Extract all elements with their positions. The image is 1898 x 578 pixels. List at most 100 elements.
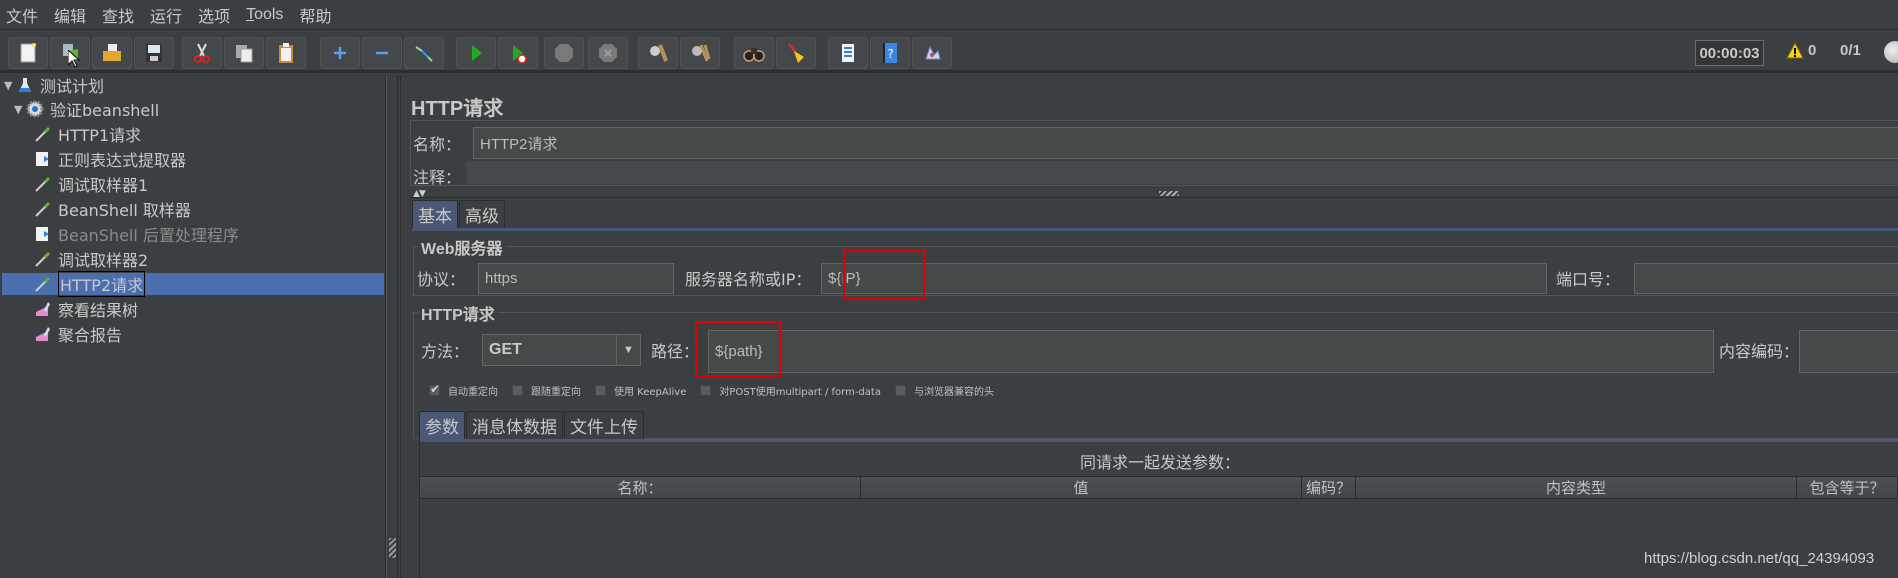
save-icon <box>146 44 162 62</box>
open-icon <box>103 44 121 61</box>
option-follow-redirects[interactable]: 跟随重定向 <box>512 383 581 398</box>
menu-tools[interactable]: Tools <box>246 6 283 24</box>
http-request-panel: HTTP请求 名称： HTTP2请求 注释： ▲▼ 基本 高级 Web服务器 协… <box>400 76 1898 578</box>
tab-basic[interactable]: 基本 <box>412 200 458 228</box>
remote-button[interactable] <box>912 37 952 69</box>
tab-underline <box>412 228 1898 231</box>
tree-item-thread-group[interactable]: ▼ 验证beanshell <box>14 98 159 120</box>
warning-indicator[interactable]: 0 <box>1786 42 1816 59</box>
checkbox[interactable] <box>894 385 906 396</box>
tree-item-http1[interactable]: HTTP1请求 <box>34 123 141 145</box>
new-button[interactable] <box>8 37 48 69</box>
column-header-include-equals[interactable]: 包含等于？ <box>1797 477 1898 498</box>
expand-button[interactable] <box>320 37 360 69</box>
menu-tools-rest: ools <box>254 5 284 23</box>
tree-item-http2[interactable]: HTTP2请求 <box>2 271 384 297</box>
stop-icon <box>555 44 573 62</box>
port-input[interactable] <box>1634 263 1898 294</box>
tree-item-label: BeanShell 后置处理程序 <box>58 226 239 245</box>
tab-parameters[interactable]: 参数 <box>419 411 465 439</box>
menu-file[interactable]: 文件 <box>6 3 38 27</box>
option-auto-redirect[interactable]: 自动重定向 <box>429 382 498 398</box>
menu-edit[interactable]: 编辑 <box>54 3 86 27</box>
watermark: https://blog.csdn.net/qq_24394093 <box>1644 550 1875 567</box>
start-button[interactable] <box>456 37 496 69</box>
param-caption: 同请求一起发送参数： <box>1079 453 1240 472</box>
tree-item-aggregate-report[interactable]: 聚合报告 <box>34 323 122 345</box>
test-plan-tree: ▼ 测试计划 ▼ 验证beanshell HTTP1请求 正则表达式提取器 调试… <box>0 76 386 578</box>
divider-grip-icon[interactable] <box>389 538 396 558</box>
start-icon <box>472 45 482 61</box>
checkbox[interactable] <box>700 385 712 396</box>
option-keepalive[interactable]: 使用 KeepAlive <box>595 383 686 398</box>
open-button[interactable] <box>92 37 132 69</box>
checkbox[interactable] <box>429 382 440 396</box>
column-header-encode[interactable]: 编码？ <box>1302 477 1356 498</box>
option-label: 对POST使用multipart / form-data <box>719 387 881 398</box>
dropdown-arrow-icon[interactable]: ▼ <box>616 335 640 365</box>
save-button[interactable] <box>134 37 174 69</box>
shutdown-button[interactable] <box>588 37 628 69</box>
tab-files-upload[interactable]: 文件上传 <box>564 411 644 439</box>
help-button[interactable]: ? <box>870 37 910 69</box>
server-input[interactable]: ${IP} <box>821 263 1547 294</box>
sampler-icon <box>34 250 52 268</box>
splitter-grip-icon[interactable] <box>1159 191 1179 196</box>
menu-options[interactable]: 选项 <box>198 3 230 27</box>
tree-item-beanshell-sampler[interactable]: BeanShell 取样器 <box>34 198 191 220</box>
tree-item-beanshell-postprocessor[interactable]: BeanShell 后置处理程序 <box>34 223 239 245</box>
tab-advanced[interactable]: 高级 <box>459 200 505 228</box>
path-input[interactable]: ${path} <box>708 330 1714 373</box>
column-header-content-type[interactable]: 内容类型 <box>1356 477 1797 498</box>
clear-all-button[interactable] <box>680 37 720 69</box>
checkbox[interactable] <box>595 385 606 396</box>
option-browser-headers[interactable]: 与浏览器兼容的头 <box>894 383 994 398</box>
stop-button[interactable] <box>544 37 584 69</box>
port-label: 端口号： <box>1556 270 1621 289</box>
menu-run[interactable]: 运行 <box>150 3 182 27</box>
tree-item-regex-extractor[interactable]: 正则表达式提取器 <box>34 148 186 170</box>
menu-help[interactable]: 帮助 <box>299 3 331 27</box>
comment-input[interactable] <box>467 160 1898 184</box>
tree-item-label: 正则表达式提取器 <box>58 151 187 170</box>
collapse-button[interactable] <box>362 37 402 69</box>
cut-button[interactable] <box>182 37 222 69</box>
column-header-value[interactable]: 值 <box>861 477 1302 498</box>
tree-item-test-plan[interactable]: ▼ 测试计划 <box>4 74 104 96</box>
clear-icon <box>650 44 668 62</box>
function-helper-button[interactable] <box>828 37 868 69</box>
search-button[interactable] <box>734 37 774 69</box>
tree-item-label: HTTP2请求 <box>58 271 146 297</box>
name-label: 名称： <box>413 135 462 154</box>
method-select[interactable]: GET ▼ <box>482 334 641 366</box>
tree-item-label: 察看结果树 <box>58 301 139 320</box>
option-label: 与浏览器兼容的头 <box>913 387 994 398</box>
copy-button[interactable] <box>224 37 264 69</box>
split-pane-divider[interactable] <box>386 76 398 578</box>
expand-toggle[interactable]: ▼ <box>4 79 16 92</box>
tree-item-debug-sampler-1[interactable]: 调试取样器1 <box>34 173 148 195</box>
collapse-icon <box>376 51 388 55</box>
mouse-cursor-icon <box>68 50 80 68</box>
paste-button[interactable] <box>266 37 306 69</box>
tree-item-label: BeanShell 取样器 <box>58 201 191 220</box>
tab-body-data[interactable]: 消息体数据 <box>466 411 563 439</box>
clear-button[interactable] <box>638 37 678 69</box>
name-input[interactable]: HTTP2请求 <box>473 127 1898 159</box>
reset-search-button[interactable] <box>776 37 816 69</box>
column-header-name[interactable]: 名称： <box>420 477 861 498</box>
protocol-input[interactable]: https <box>478 263 674 294</box>
encoding-input[interactable] <box>1799 330 1898 373</box>
sampler-icon <box>34 175 52 193</box>
comment-label: 注释： <box>413 168 462 187</box>
option-multipart[interactable]: 对POST使用multipart / form-data <box>700 383 881 398</box>
tree-item-debug-sampler-2[interactable]: 调试取样器2 <box>34 248 148 270</box>
tree-item-view-results-tree[interactable]: 察看结果树 <box>34 298 138 320</box>
checkbox[interactable] <box>512 385 523 396</box>
expand-toggle[interactable]: ▼ <box>14 103 26 116</box>
path-highlight-box <box>695 321 781 377</box>
thread-group-icon <box>26 100 44 118</box>
toggle-button[interactable] <box>404 37 444 69</box>
menu-search[interactable]: 查找 <box>102 3 134 27</box>
start-no-pause-button[interactable] <box>498 37 538 69</box>
